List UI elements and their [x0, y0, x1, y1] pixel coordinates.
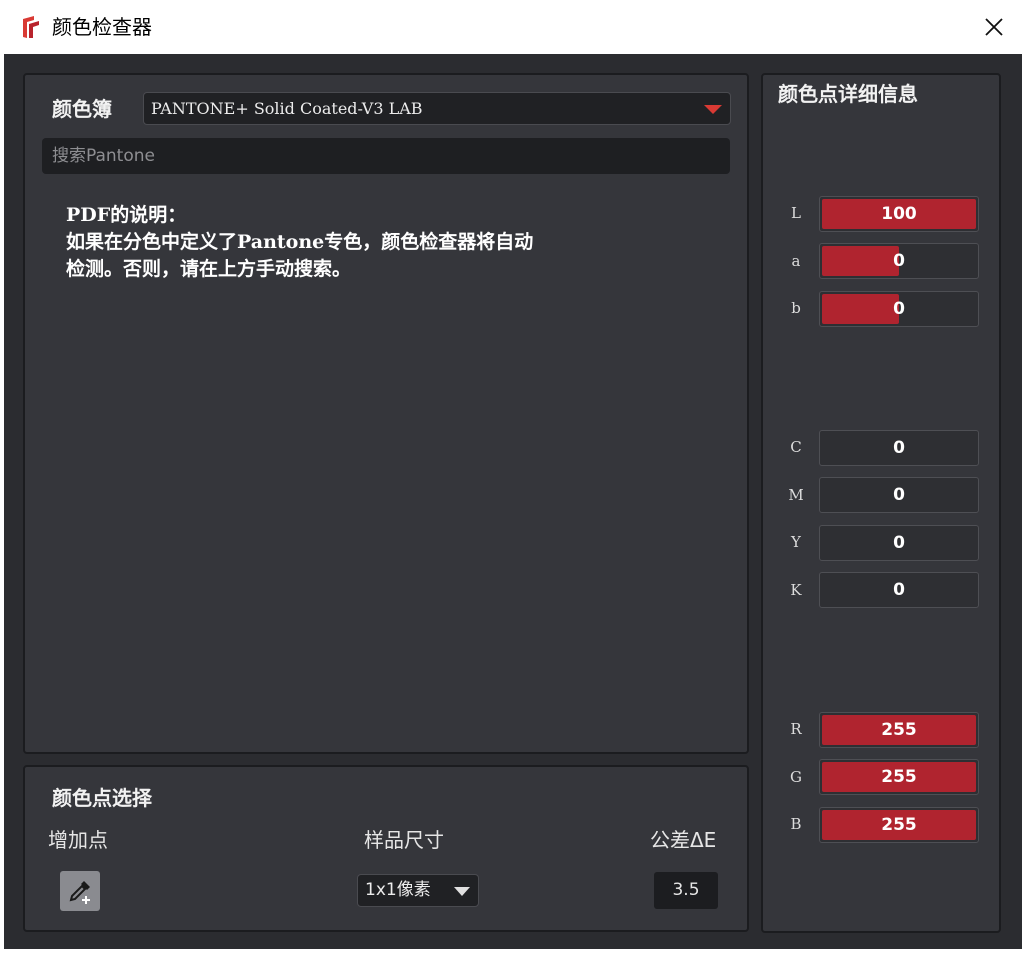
rgb-value-r: 255 [881, 720, 917, 740]
cmyk-field-y[interactable]: 0 [819, 525, 979, 561]
sample-size-select[interactable]: 1x1像素 [357, 874, 479, 907]
sample-size-label: 样品尺寸 [364, 828, 444, 852]
point-selection-title: 颜色点选择 [52, 786, 152, 810]
chevron-down-icon [704, 105, 722, 114]
pdf-note-line2: 检测。否则，请在上方手动搜索。 [66, 258, 352, 280]
cmyk-value-m: 0 [893, 485, 905, 505]
pdf-note-line1: 如果在分色中定义了Pantone专色，颜色检查器将自动 [66, 231, 534, 253]
tolerance-label: 公差ΔE [650, 828, 717, 852]
add-point-button[interactable] [60, 871, 100, 911]
lab-label-a: a [791, 252, 801, 270]
colorbook-select[interactable]: PANTONE+ Solid Coated-V3 LAB [143, 92, 731, 125]
details-title: 颜色点详细信息 [778, 82, 918, 106]
cmyk-field-c[interactable]: 0 [819, 430, 979, 466]
lab-field-l[interactable]: 100 [819, 196, 979, 232]
rgb-field-r[interactable]: 255 [819, 712, 979, 748]
rgb-label-b: B [790, 815, 802, 833]
cmyk-label-y: Y [791, 533, 801, 551]
lab-value-a: 0 [893, 251, 905, 271]
pdf-note-title: PDF的说明： [66, 204, 187, 226]
cmyk-value-k: 0 [893, 580, 905, 600]
lab-value-l: 100 [881, 204, 917, 224]
cmyk-field-k[interactable]: 0 [819, 572, 979, 608]
pantone-search-input[interactable] [42, 138, 730, 174]
lab-field-a[interactable]: 0 [819, 243, 979, 279]
colorbook-label: 颜色簿 [52, 97, 112, 121]
color-checker-window: 颜色检查器 颜色簿 PANTONE+ Solid Coated-V3 LAB P… [0, 0, 1024, 953]
lab-label-b: b [791, 299, 801, 317]
sample-size-value: 1x1像素 [365, 880, 431, 900]
close-button[interactable] [972, 8, 1016, 46]
chevron-down-icon [454, 887, 470, 896]
tolerance-input[interactable]: 3.5 [654, 872, 718, 909]
colorbook-panel [23, 73, 749, 754]
colorbook-select-value: PANTONE+ Solid Coated-V3 LAB [151, 99, 423, 118]
add-point-label: 增加点 [48, 828, 108, 852]
cmyk-label-k: K [790, 581, 802, 599]
lab-field-b[interactable]: 0 [819, 291, 979, 327]
eyedropper-add-icon [69, 881, 90, 904]
close-icon [985, 18, 1003, 36]
rgb-label-r: R [790, 720, 802, 738]
rgb-field-b[interactable]: 255 [819, 807, 979, 843]
cmyk-label-m: M [788, 486, 804, 504]
rgb-label-g: G [790, 768, 802, 786]
cmyk-label-c: C [790, 438, 802, 456]
cmyk-field-m[interactable]: 0 [819, 477, 979, 513]
window-title: 颜色检查器 [52, 15, 152, 39]
lab-label-l: L [791, 204, 801, 222]
rgb-value-g: 255 [881, 767, 917, 787]
rgb-field-g[interactable]: 255 [819, 759, 979, 795]
app-logo-icon [23, 16, 39, 38]
lab-value-b: 0 [893, 299, 905, 319]
title-bar: 颜色检查器 [0, 0, 1024, 54]
cmyk-value-c: 0 [893, 438, 905, 458]
cmyk-value-y: 0 [893, 533, 905, 553]
rgb-value-b: 255 [881, 815, 917, 835]
